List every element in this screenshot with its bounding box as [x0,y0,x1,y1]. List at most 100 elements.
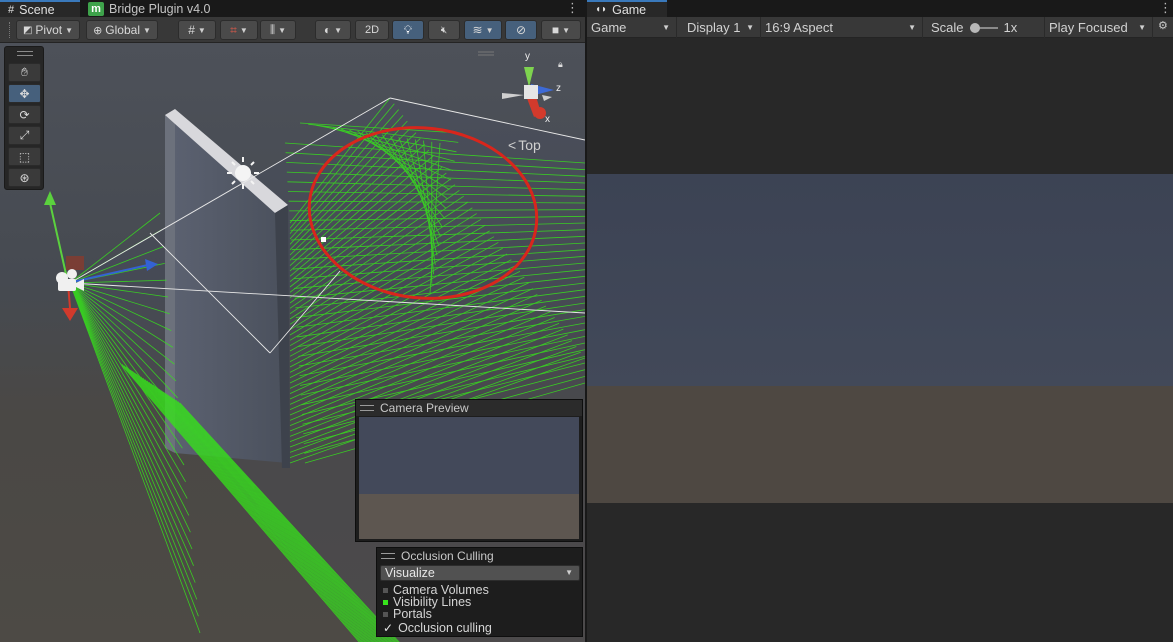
mode-2d-toggle[interactable]: 2D [355,20,389,40]
shading-sphere-icon: ◐ [323,23,332,37]
tab-game[interactable]: ◖◗ Game [587,0,667,17]
lightbulb-icon: 💡︎ [403,22,413,37]
game-toolbar: Game ▼ Display 1 ▼ 16:9 Aspect ▼ Scale 1… [587,17,1173,38]
chevron-down-icon: ▼ [142,25,151,35]
lock-icon[interactable]: 🔒︎ [558,59,563,70]
tab-scene[interactable]: # Scene [0,0,80,17]
hidden-objects-toggle[interactable]: ⊘ [505,20,537,40]
checkmark-icon: ✓ [383,621,394,635]
camera-preview-image [359,417,579,539]
selection-handle[interactable] [321,237,326,242]
camera-preview-header[interactable]: Camera Preview [356,400,582,416]
chevron-down-icon: ▼ [746,23,754,32]
play-mode-dropdown[interactable]: Play Focused ▼ [1045,17,1153,38]
audio-settings-icon[interactable]: ⚙ [1158,19,1172,35]
scene-toolbar: ◩ Pivot ▼ ⊕ Global ▼ # ▼ ⌗ ▼ ⫼ ▼ ◐ ▼ 2D … [0,17,585,43]
move-arrows-icon: ✥ [19,86,30,101]
game-mode-label: Game [591,20,627,35]
chevron-down-icon: ▼ [908,23,916,32]
pivot-dropdown[interactable]: ◩ Pivot ▼ [16,20,80,40]
layers-icon: ≋ [472,23,483,37]
aspect-label: 16:9 Aspect [765,20,833,35]
effects-toggle[interactable]: ≋ ▼ [464,20,502,40]
global-label: Global [105,23,140,37]
display-label: Display 1 [687,20,741,35]
scene-more-icon[interactable]: ⋮ [566,0,579,17]
rect-tool-button[interactable]: ⬚ [8,147,41,166]
game-tab-bar: ◖◗ Game ⋮ [587,0,1173,17]
chevron-left-icon: < [508,137,517,153]
view-label[interactable]: < Top [508,137,541,153]
game-viewport[interactable] [587,38,1173,642]
video-camera-icon: ■ [551,23,560,37]
occlusion-mode-value: Visualize [385,566,435,580]
game-more-icon[interactable]: ⋮ [1159,0,1172,17]
pivot-icon: ◩ [22,24,33,36]
rect-icon: ⬚ [18,149,31,164]
chevron-down-icon: ▼ [1138,23,1146,32]
view-label-text: Top [518,137,541,153]
occlusion-mode-dropdown[interactable]: Visualize ▼ [380,565,580,581]
toolbar-grip [9,22,11,38]
chevron-down-icon: ▼ [565,568,573,577]
occlusion-checkbox-label: Occlusion culling [398,621,492,635]
chevron-down-icon: ▼ [485,25,494,35]
occlusion-title: Occlusion Culling [401,549,494,563]
chevron-down-icon: ▼ [239,25,248,35]
orientation-gizmo[interactable]: y z x 🔒︎ < Top [498,51,573,171]
increment-snap-button[interactable]: ⫼ ▼ [260,20,296,40]
camera-settings-button[interactable]: ■ ▼ [541,20,581,40]
chevron-down-icon: ▼ [662,23,670,32]
aspect-dropdown[interactable]: 16:9 Aspect ▼ [761,17,923,38]
axis-z-label: z [556,83,561,94]
occlusion-culling-overlay: Occlusion Culling Visualize ▼ Camera Vol… [376,547,583,637]
tab-bridge-plugin[interactable]: m Bridge Plugin v4.0 [80,0,240,17]
tab-scene-label: Scene [19,2,55,17]
hand-icon: ✋︎ [21,65,28,79]
scale-slider[interactable] [969,22,998,33]
transform-icon: ⊛ [19,170,30,185]
drag-grip-icon[interactable] [381,553,395,559]
scale-tool-button[interactable]: ⤢ [8,126,41,145]
tools-grip [17,51,33,56]
drag-grip-icon[interactable] [360,405,374,411]
globe-icon: ⊕ [93,24,103,37]
chevron-down-icon: ▼ [197,25,206,35]
occlusion-item[interactable]: Portals [377,607,582,621]
camera-preview-title: Camera Preview [380,401,469,415]
occlusion-header[interactable]: Occlusion Culling [377,548,582,564]
gamepad-icon: ◖◗ [595,4,608,15]
occlusion-items: Camera Volumes Visibility Lines Portals [377,583,582,621]
scale-icon: ⤢ [19,128,30,142]
game-mode-dropdown[interactable]: Game ▼ [587,17,677,38]
axis-y-label: y [525,51,530,62]
tab-game-label: Game [612,2,647,17]
audio-toggle[interactable]: 🔇︎ [428,20,460,40]
hand-tool-button[interactable]: ✋︎ [8,63,41,82]
tab-bridge-plugin-label: Bridge Plugin v4.0 [109,1,211,16]
occlusion-culling-checkbox[interactable]: ✓ Occlusion culling [383,621,492,635]
mode-2d-label: 2D [364,24,380,36]
transform-tool-button[interactable]: ⊛ [8,168,41,187]
camera-preview-overlay: Camera Preview [355,399,583,542]
scale-value: 1x [1003,20,1018,35]
move-tool-button[interactable]: ✥ [8,84,41,103]
snap-icon: ⌗ [230,22,237,37]
global-dropdown[interactable]: ⊕ Global ▼ [86,20,158,40]
slider-thumb[interactable] [969,22,980,33]
tools-panel: ✋︎ ✥ ⟳ ⤢ ⬚ ⊛ [4,46,44,190]
legend-swatch [383,599,388,605]
play-mode-label: Play Focused [1049,20,1128,35]
chevron-down-icon: ▼ [278,25,286,35]
lighting-toggle[interactable]: 💡︎ [392,20,424,40]
legend-swatch [383,611,388,617]
snap-increment-button[interactable]: ⌗ ▼ [220,20,258,40]
draw-mode-button[interactable]: ◐ ▼ [315,20,351,40]
grid-snap-icon: # [188,23,195,37]
display-dropdown[interactable]: Display 1 ▼ [683,17,761,38]
scene-tab-bar: # Scene m Bridge Plugin v4.0 ⋮ [0,0,585,17]
legend-swatch [383,587,388,593]
grid-snap-button[interactable]: # ▼ [178,20,216,40]
rotate-tool-button[interactable]: ⟳ [8,105,41,124]
rotate-icon: ⟳ [19,107,30,122]
